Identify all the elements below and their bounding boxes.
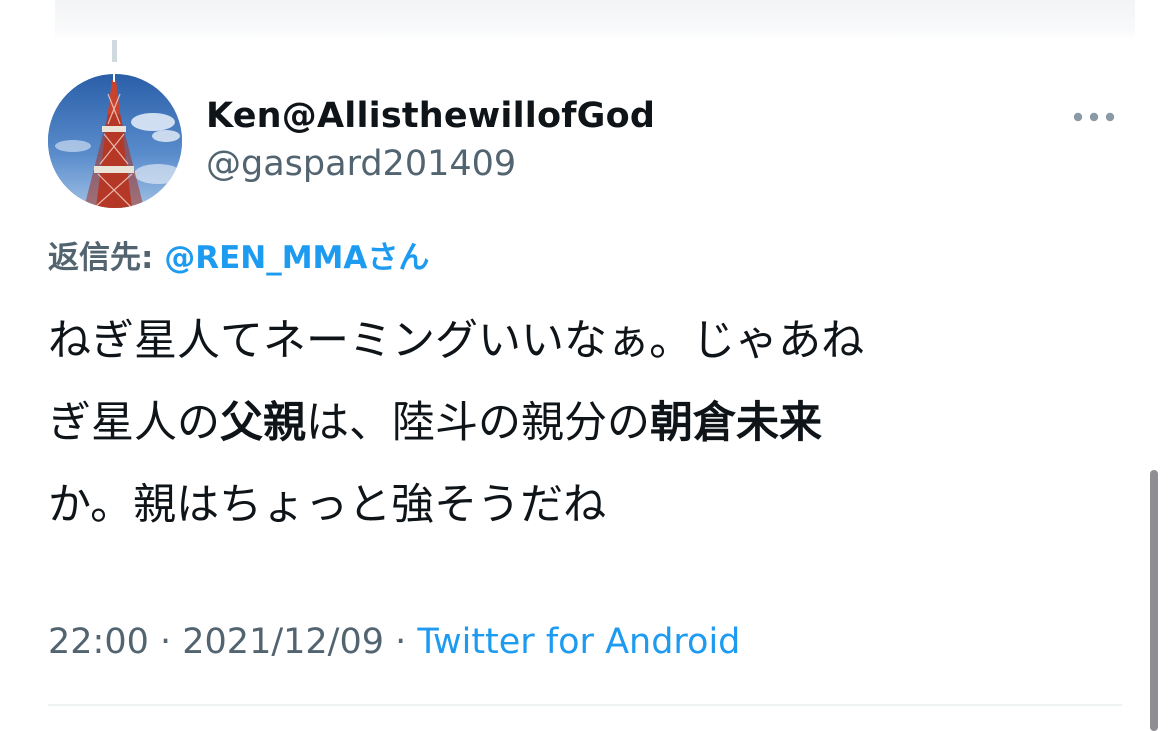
tweet-line-2: ぎ星人の父親は、陸斗の親分の朝倉未来 <box>48 382 1128 464</box>
tweet-time[interactable]: 22:00 <box>48 622 149 662</box>
tweet-text-segment: は、陸斗の親分の <box>306 398 650 448</box>
tweet-line-1: ねぎ星人てネーミングいいなぁ。じゃあね <box>48 316 865 366</box>
reply-mention-link[interactable]: @REN_MMAさん <box>164 240 429 276</box>
tweet-text-segment: ぎ星人の <box>48 398 220 448</box>
scrollbar[interactable] <box>1150 470 1158 731</box>
reply-prefix: 返信先: <box>48 240 165 276</box>
thread-connector-line <box>112 40 117 62</box>
meta-separator: · <box>384 622 418 662</box>
more-options-button[interactable] <box>1070 100 1118 134</box>
more-horizontal-icon <box>1073 112 1115 122</box>
tweet-bold-segment: 朝倉未来 <box>650 398 822 448</box>
tweet-metadata: 22:00 · 2021/12/09 · Twitter for Android <box>48 622 740 662</box>
avatar[interactable] <box>48 74 182 208</box>
tweet-source-link[interactable]: Twitter for Android <box>417 622 740 662</box>
tweet-bold-segment: 父親 <box>220 398 306 448</box>
meta-separator: · <box>148 622 183 662</box>
display-name[interactable]: Ken@AllisthewillofGod <box>206 96 655 136</box>
tokyo-tower-photo-icon <box>48 74 182 208</box>
divider <box>48 704 1122 706</box>
tweet-line-3: か。親はちょっと強そうだね <box>48 480 607 530</box>
tweet-text: ねぎ星人てネーミングいいなぁ。じゃあね ぎ星人の父親は、陸斗の親分の朝倉未来 か… <box>48 300 1128 546</box>
previous-tweet-edge <box>55 0 1135 40</box>
user-handle[interactable]: @gaspard201409 <box>206 144 516 184</box>
tweet-date[interactable]: 2021/12/09 <box>182 622 384 662</box>
reply-context: 返信先: @REN_MMAさん <box>48 232 429 277</box>
